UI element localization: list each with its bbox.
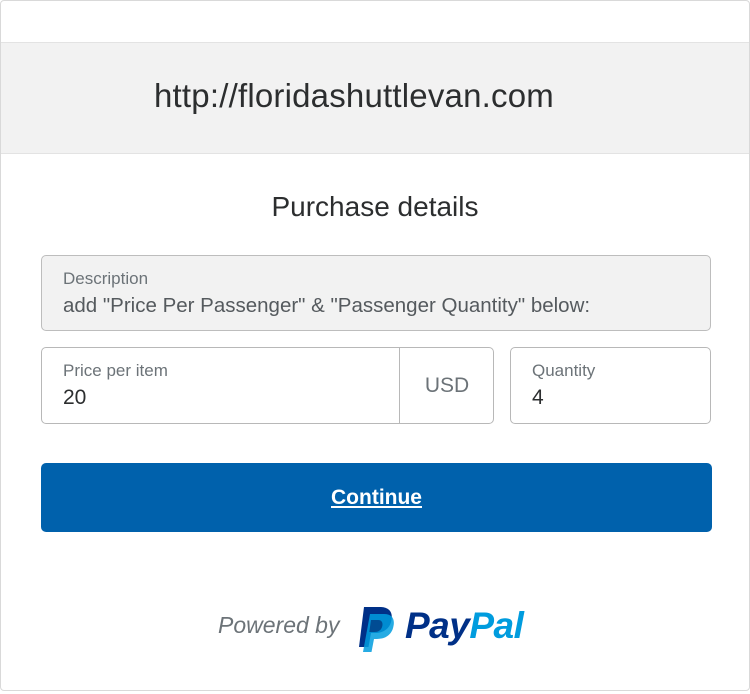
page-title: Purchase details bbox=[271, 191, 479, 222]
price-input[interactable]: 20 bbox=[63, 386, 86, 410]
description-label: Description bbox=[63, 269, 149, 288]
currency-label: USD bbox=[399, 348, 494, 423]
purchase-card: http://floridashuttlevan.com Purchase de… bbox=[0, 0, 750, 691]
site-url: http://floridashuttlevan.com bbox=[154, 77, 554, 114]
paypal-p-icon bbox=[359, 607, 394, 652]
quantity-field[interactable]: Quantity 4 bbox=[510, 347, 711, 424]
quantity-label: Quantity bbox=[532, 361, 596, 380]
price-label: Price per item bbox=[63, 361, 168, 380]
description-value: add "Price Per Passenger" & "Passenger Q… bbox=[63, 294, 591, 317]
paypal-wordmark-pay: Pay bbox=[405, 605, 470, 646]
powered-by-text: Powered by bbox=[218, 612, 340, 638]
price-field[interactable]: Price per item 20 USD bbox=[41, 347, 494, 424]
paypal-wordmark: PayPal bbox=[405, 605, 524, 647]
description-field[interactable]: Description add "Price Per Passenger" & … bbox=[41, 255, 711, 331]
continue-button[interactable]: Continue bbox=[41, 463, 712, 532]
paypal-wordmark-pal: Pal bbox=[469, 605, 524, 646]
quantity-input[interactable]: 4 bbox=[532, 386, 544, 410]
